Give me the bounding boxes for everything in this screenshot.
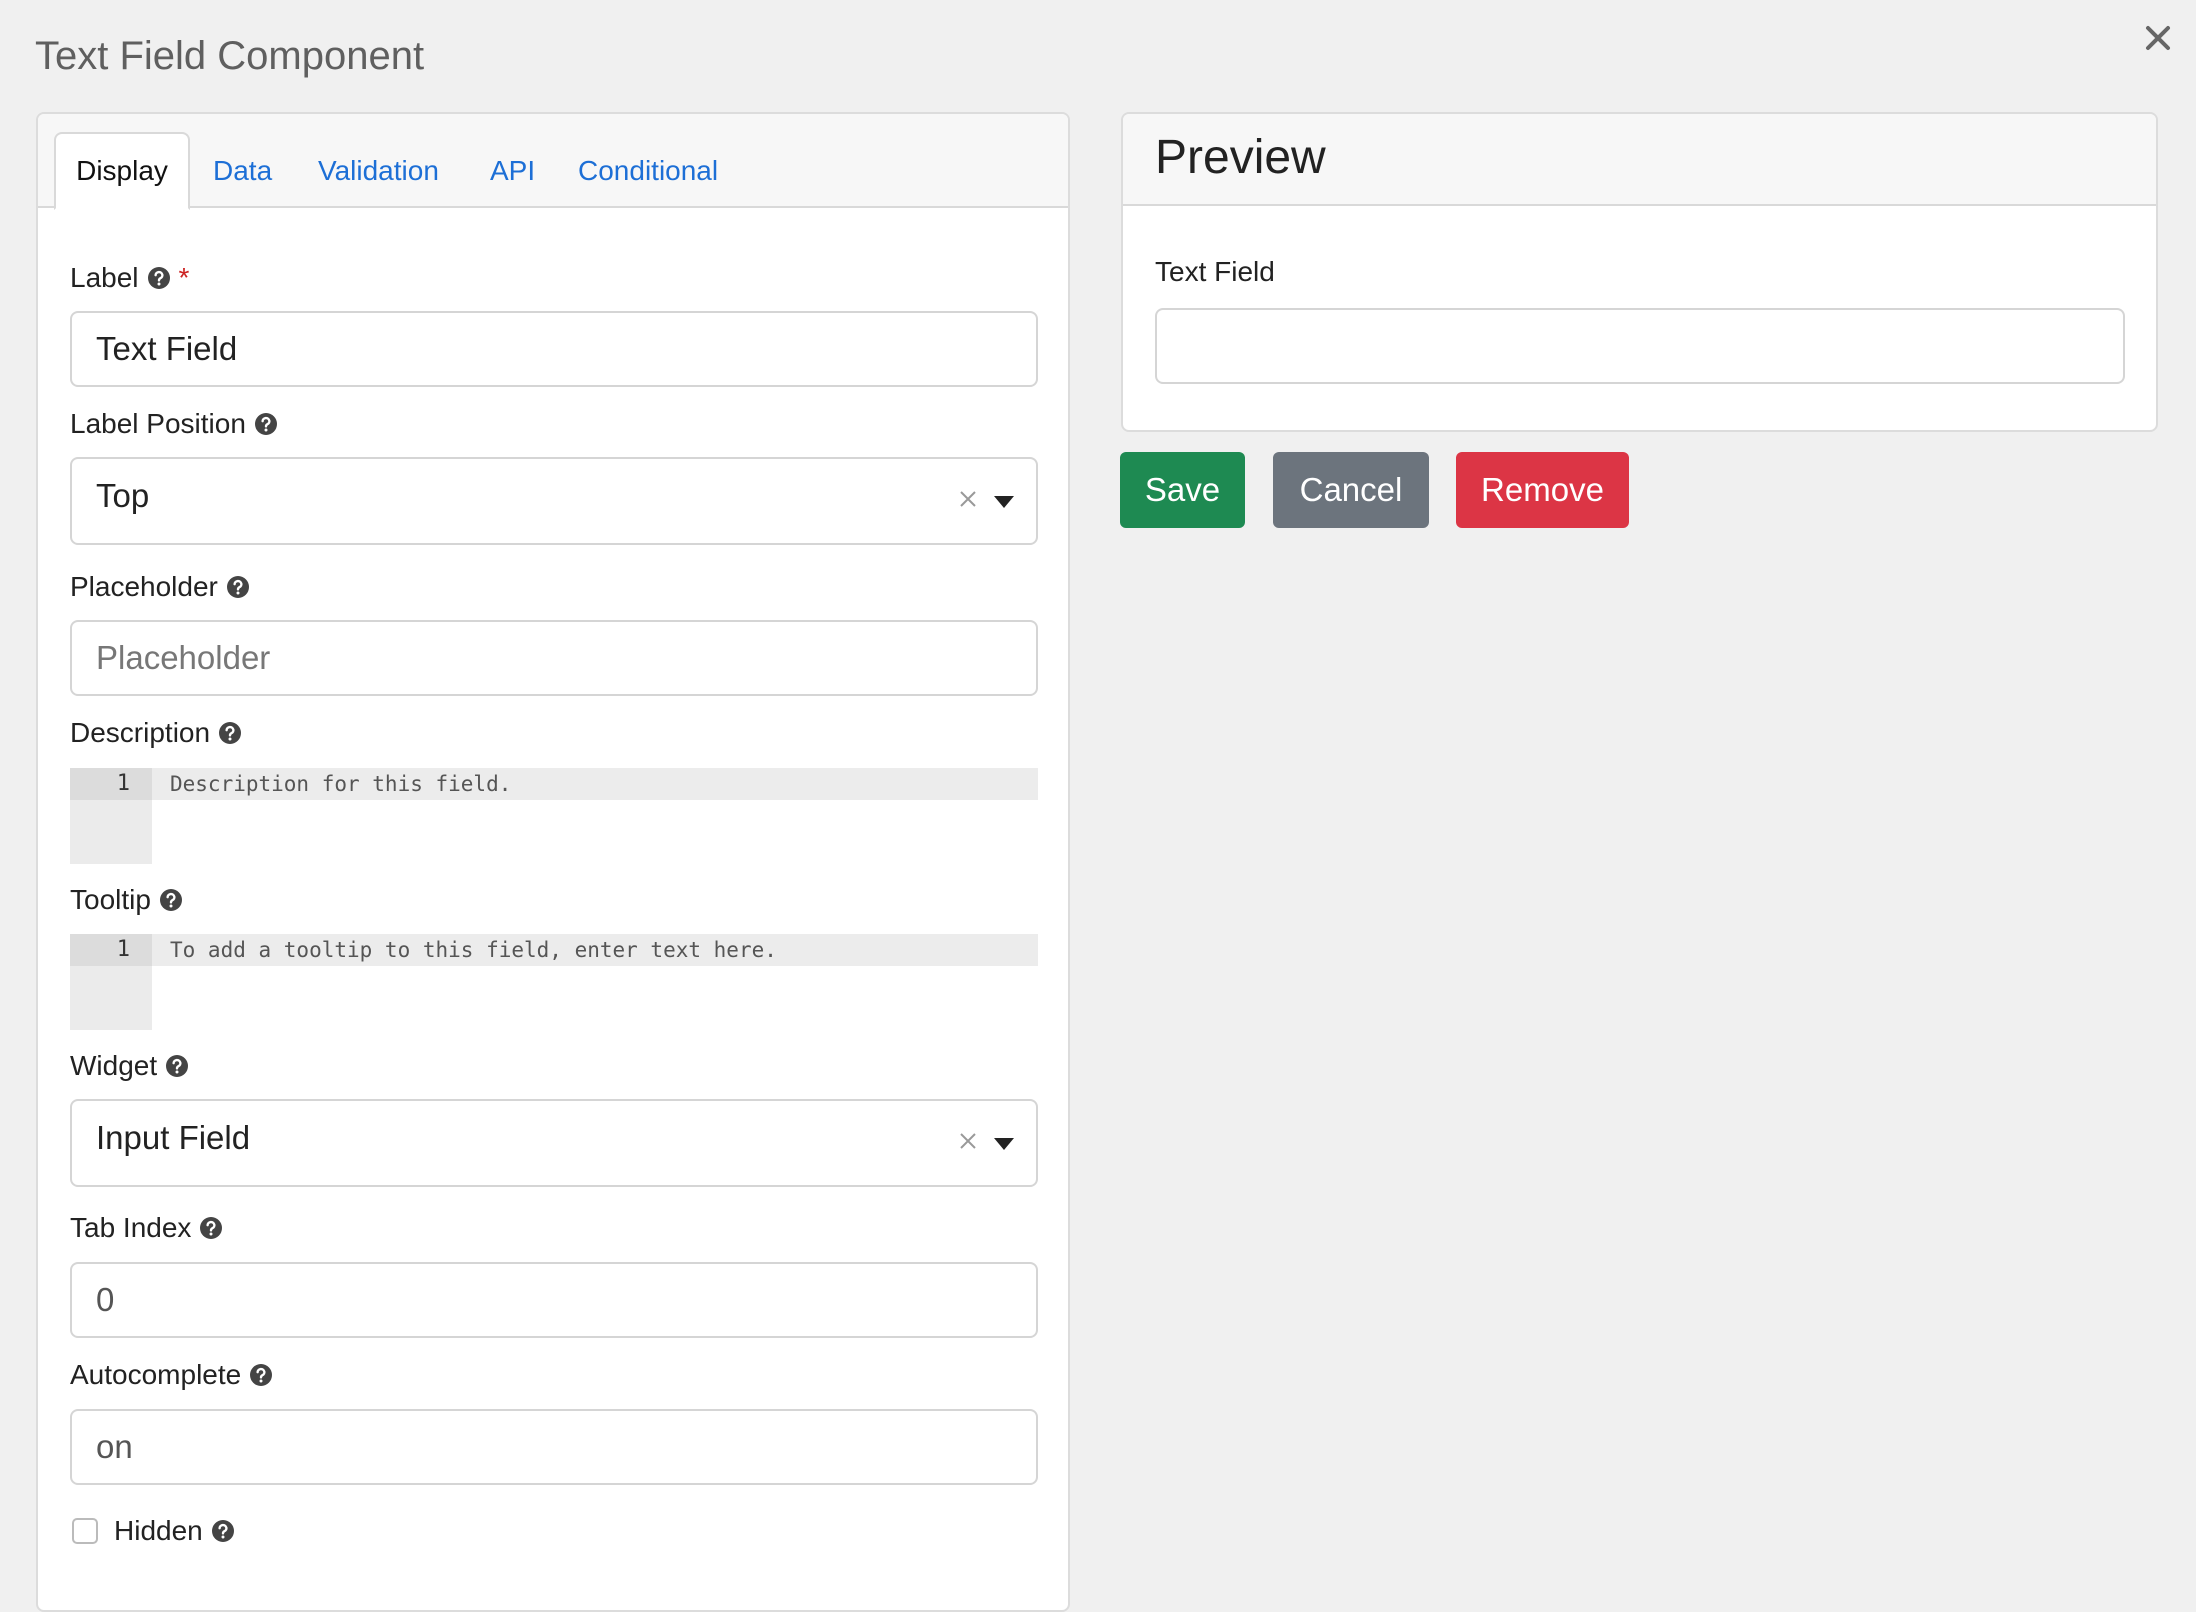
description-label-text: Description <box>70 717 211 748</box>
tab-api[interactable]: API <box>490 132 535 210</box>
description-label: Description <box>70 717 242 749</box>
tab-conditional[interactable]: Conditional <box>578 132 718 210</box>
tab-index-label: Tab Index <box>70 1212 223 1244</box>
preview-field-label: Text Field <box>1155 256 1275 287</box>
close-icon <box>2146 26 2170 50</box>
autocomplete-label-text: Autocomplete <box>70 1359 242 1390</box>
tab-index-label-text: Tab Index <box>70 1212 192 1243</box>
placeholder-label: Placeholder <box>70 571 250 603</box>
preview-header: Preview <box>1123 114 2156 206</box>
tab-validation[interactable]: Validation <box>318 132 439 210</box>
autocomplete-input[interactable] <box>70 1409 1038 1485</box>
tab-display[interactable]: Display <box>54 132 190 210</box>
component-settings-panel: Display Data Validation API Conditional … <box>36 112 1070 1612</box>
hidden-label: Hidden <box>114 1515 235 1547</box>
modal-title: Text Field Component <box>35 34 425 78</box>
line-number: 1 <box>116 937 130 962</box>
question-circle-icon[interactable] <box>211 1519 235 1543</box>
tab-index-input[interactable] <box>70 1262 1038 1338</box>
label-position-selected-value: Top <box>96 477 150 514</box>
description-editor[interactable]: 1 Description for this field. <box>70 768 1038 864</box>
settings-tabs: Display Data Validation API Conditional <box>38 114 1068 210</box>
preview-text-input[interactable] <box>1155 308 2125 384</box>
preview-panel: Preview Text Field <box>1121 112 2158 432</box>
question-circle-icon[interactable] <box>159 888 183 912</box>
label-input[interactable] <box>70 311 1038 387</box>
hidden-checkbox[interactable] <box>72 1518 98 1544</box>
tooltip-label-text: Tooltip <box>70 884 151 915</box>
question-circle-icon[interactable] <box>218 721 242 745</box>
description-editor-line[interactable]: Description for this field. <box>152 768 1038 800</box>
widget-select[interactable]: Input Field <box>70 1099 1038 1187</box>
label-field-label-text: Label <box>70 262 139 293</box>
placeholder-input[interactable] <box>70 620 1038 696</box>
autocomplete-label: Autocomplete <box>70 1359 273 1391</box>
label-field-label: Label * <box>70 262 189 294</box>
question-circle-icon[interactable] <box>165 1054 189 1078</box>
question-circle-icon[interactable] <box>249 1363 273 1387</box>
tooltip-editor[interactable]: 1 To add a tooltip to this field, enter … <box>70 934 1038 1030</box>
label-position-label-text: Label Position <box>70 408 246 439</box>
line-number: 1 <box>116 771 130 796</box>
placeholder-label-text: Placeholder <box>70 571 218 602</box>
caret-down-icon[interactable] <box>994 1137 1014 1150</box>
tooltip-editor-line[interactable]: To add a tooltip to this field, enter te… <box>152 934 1038 966</box>
label-position-select[interactable]: Top <box>70 457 1038 545</box>
widget-label-text: Widget <box>70 1050 158 1081</box>
save-button[interactable]: Save <box>1120 452 1245 528</box>
tooltip-label: Tooltip <box>70 884 183 916</box>
cancel-button[interactable]: Cancel <box>1273 452 1429 528</box>
widget-selected-value: Input Field <box>96 1119 251 1156</box>
close-button[interactable] <box>2134 14 2182 62</box>
question-circle-icon[interactable] <box>147 266 171 290</box>
required-indicator: * <box>178 262 190 293</box>
preview-title: Preview <box>1155 131 1326 184</box>
clear-icon[interactable] <box>958 489 978 509</box>
widget-label: Widget <box>70 1050 189 1082</box>
question-circle-icon[interactable] <box>199 1216 223 1240</box>
remove-button[interactable]: Remove <box>1456 452 1629 528</box>
question-circle-icon[interactable] <box>254 412 278 436</box>
clear-icon[interactable] <box>958 1131 978 1151</box>
caret-down-icon[interactable] <box>994 495 1014 508</box>
label-position-label: Label Position <box>70 408 278 440</box>
question-circle-icon[interactable] <box>226 575 250 599</box>
hidden-label-text[interactable]: Hidden <box>114 1515 203 1547</box>
tab-data[interactable]: Data <box>213 132 272 210</box>
